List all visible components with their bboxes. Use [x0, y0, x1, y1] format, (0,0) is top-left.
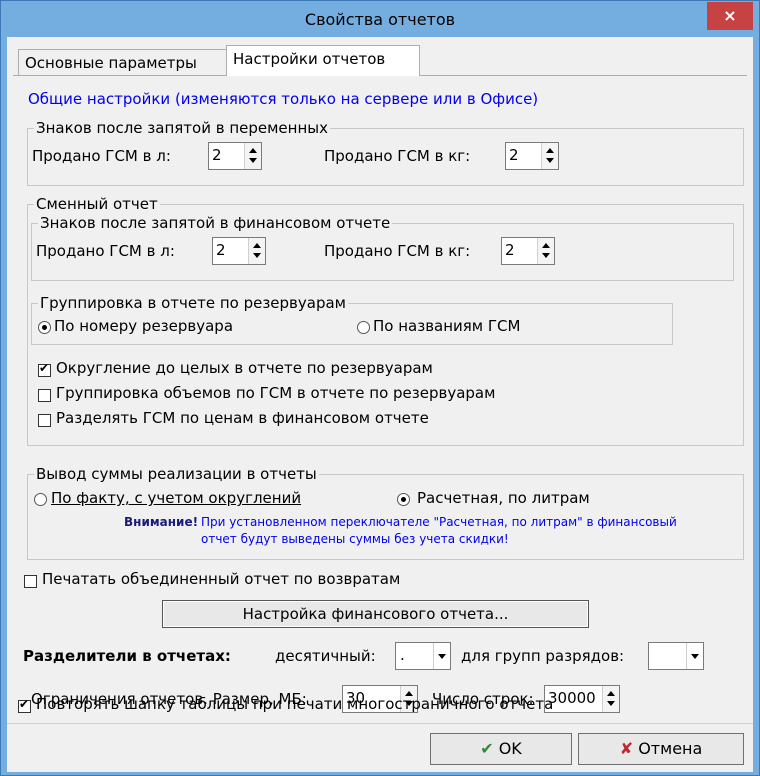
- checkbox-group-volumes[interactable]: [38, 389, 51, 402]
- radio-by-tank-number[interactable]: [38, 321, 51, 334]
- shift-sold-kg-value: 2: [505, 241, 515, 259]
- attention-label: Внимание!: [124, 515, 199, 529]
- dialog-window: Свойства отчетов × Основные параметры На…: [0, 0, 760, 776]
- radio-calculated[interactable]: [397, 493, 410, 506]
- warning-text-line1: При установленном переключателе "Расчетн…: [201, 515, 677, 529]
- chevron-down-icon[interactable]: [686, 643, 703, 669]
- checkbox-round-integers-label[interactable]: Округление до целых в отчете по резервуа…: [56, 359, 433, 377]
- shift-sold-liters-spinner[interactable]: 2: [212, 237, 266, 265]
- tab-panel: Общие настройки (изменяются только на се…: [13, 75, 747, 713]
- decimal-separator-select[interactable]: .: [395, 642, 451, 670]
- spin-down-icon[interactable]: [249, 158, 257, 163]
- checkbox-split-prices-label[interactable]: Разделять ГСМ по ценам в финансовом отче…: [56, 409, 429, 427]
- spinner-arrows[interactable]: [602, 686, 619, 712]
- chevron-down-icon[interactable]: [433, 643, 450, 669]
- radio-by-fact[interactable]: [34, 493, 47, 506]
- checkbox-repeat-header-label[interactable]: Повторять шапку таблицы при печати много…: [36, 695, 553, 713]
- group-sum-output-title: Вывод суммы реализации в отчеты: [34, 464, 319, 484]
- sold-liters-value: 2: [212, 146, 222, 164]
- decimal-separator-value: .: [400, 646, 405, 664]
- radio-by-fact-label[interactable]: По факту, с учетом округлений: [51, 489, 301, 507]
- ok-button[interactable]: ✔ OK: [430, 733, 572, 765]
- spin-down-icon[interactable]: [542, 253, 550, 258]
- window-title: Свойства отчетов: [304, 10, 456, 29]
- sold-liters-spinner[interactable]: 2: [208, 142, 262, 170]
- limits-rows-value: 30000: [548, 689, 596, 707]
- decimal-separator-label: десятичный:: [275, 647, 376, 665]
- spin-up-icon[interactable]: [542, 243, 550, 248]
- tab-main-params[interactable]: Основные параметры: [18, 49, 229, 76]
- sold-liters-label: Продано ГСМ в л:: [32, 147, 171, 165]
- radio-by-fuel-name-label[interactable]: По названиям ГСМ: [373, 317, 520, 335]
- group-fin-decimals: Знаков после запятой в финансовом отчете…: [31, 213, 734, 281]
- checkbox-repeat-header[interactable]: [18, 697, 31, 713]
- tab-report-settings[interactable]: Настройки отчетов: [226, 45, 420, 76]
- spin-down-icon[interactable]: [607, 701, 615, 706]
- group-tank-grouping-title: Группировка в отчете по резервуарам: [38, 293, 348, 313]
- spin-up-icon[interactable]: [249, 148, 257, 153]
- title-bar[interactable]: Свойства отчетов ×: [1, 1, 759, 37]
- limits-rows-spinner[interactable]: 30000: [544, 685, 620, 713]
- shift-sold-liters-value: 2: [216, 241, 226, 259]
- spin-down-icon[interactable]: [546, 158, 554, 163]
- button-bar: ✔ OK ✘ Отмена: [7, 723, 753, 772]
- spin-down-icon[interactable]: [253, 253, 261, 258]
- sold-kg-spinner[interactable]: 2: [505, 142, 559, 170]
- spin-up-icon[interactable]: [607, 691, 615, 696]
- spin-up-icon[interactable]: [546, 148, 554, 153]
- radio-by-fuel-name[interactable]: [357, 321, 370, 334]
- separators-label: Разделители в отчетах:: [23, 647, 231, 665]
- shift-sold-liters-label: Продано ГСМ в л:: [36, 242, 175, 260]
- group-tank-grouping: Группировка в отчете по резервуарам По н…: [31, 293, 673, 345]
- close-button[interactable]: ×: [707, 2, 753, 30]
- spinner-arrows[interactable]: [248, 238, 265, 264]
- cancel-button-label: Отмена: [638, 739, 703, 758]
- cancel-button[interactable]: ✘ Отмена: [578, 733, 744, 765]
- group-decimals-vars-title: Знаков после запятой в переменных: [34, 118, 330, 138]
- spinner-arrows[interactable]: [537, 238, 554, 264]
- checkmark-icon: ✔: [480, 739, 494, 758]
- radio-by-tank-number-label[interactable]: По номеру резервуара: [54, 317, 233, 335]
- sold-kg-label: Продано ГСМ в кг:: [324, 147, 471, 165]
- spin-up-icon[interactable]: [253, 243, 261, 248]
- radio-calculated-label[interactable]: Расчетная, по литрам: [417, 489, 590, 507]
- sold-kg-value: 2: [509, 146, 519, 164]
- warning-text-line2: отчет будут выведены суммы без учета ски…: [201, 532, 509, 546]
- group-separator-select[interactable]: [648, 642, 704, 670]
- spinner-arrows[interactable]: [244, 143, 261, 169]
- checkbox-print-combined-label[interactable]: Печатать объединенный отчет по возвратам: [42, 570, 400, 588]
- general-settings-note: Общие настройки (изменяются только на се…: [28, 90, 539, 108]
- spinner-arrows[interactable]: [541, 143, 558, 169]
- checkbox-split-prices[interactable]: [38, 414, 51, 427]
- fin-report-settings-button[interactable]: Настройка финансового отчета...: [162, 600, 589, 628]
- group-sum-output: Вывод суммы реализации в отчеты По факту…: [27, 464, 744, 560]
- group-fin-decimals-title: Знаков после запятой в финансовом отчете: [38, 213, 393, 233]
- ok-button-label: OK: [498, 739, 522, 758]
- checkbox-round-integers[interactable]: [38, 361, 51, 377]
- checkbox-group-volumes-label[interactable]: Группировка объемов по ГСМ в отчете по р…: [56, 384, 495, 402]
- group-decimals-vars: Знаков после запятой в переменных Продан…: [27, 118, 744, 186]
- dialog-client: Основные параметры Настройки отчетов Общ…: [7, 37, 753, 772]
- cross-icon: ✘: [619, 739, 634, 758]
- group-shift-report: Сменный отчет Знаков после запятой в фин…: [27, 194, 744, 446]
- shift-sold-kg-spinner[interactable]: 2: [501, 237, 555, 265]
- group-shift-report-title: Сменный отчет: [34, 194, 160, 214]
- checkbox-print-combined[interactable]: [24, 575, 37, 588]
- shift-sold-kg-label: Продано ГСМ в кг:: [324, 242, 471, 260]
- group-separator-label: для групп разрядов:: [461, 647, 625, 665]
